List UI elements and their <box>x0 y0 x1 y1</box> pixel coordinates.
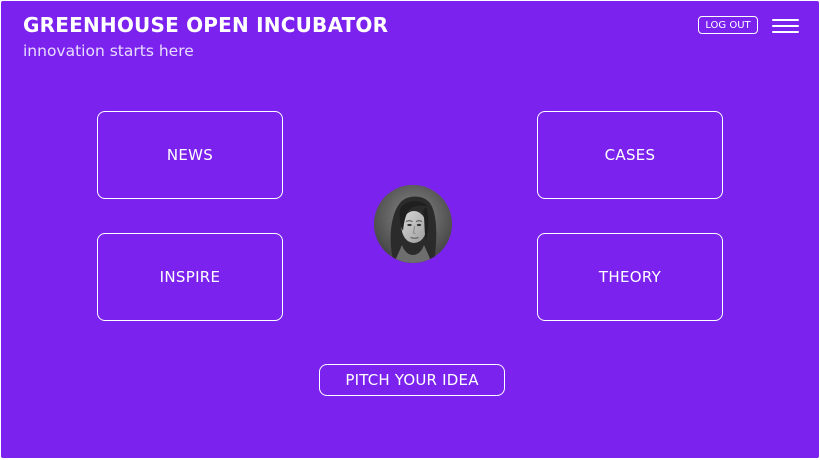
cases-tile-label: CASES <box>604 146 656 164</box>
theory-tile-label: THEORY <box>598 268 662 286</box>
hamburger-menu-icon[interactable] <box>772 17 800 35</box>
cases-tile[interactable]: CASES <box>537 111 723 199</box>
theory-tile[interactable]: THEORY <box>537 233 723 321</box>
logout-button[interactable]: LOG OUT <box>698 16 758 34</box>
app-tagline: innovation starts here <box>23 42 194 60</box>
avatar-portrait-icon <box>374 185 452 263</box>
pitch-your-idea-button[interactable]: PITCH YOUR IDEA <box>319 364 505 396</box>
news-tile-label: NEWS <box>166 146 214 164</box>
pitch-button-label: PITCH YOUR IDEA <box>345 371 479 389</box>
app-title: GREENHOUSE OPEN INCUBATOR <box>23 13 389 37</box>
menu-bar-middle <box>772 25 799 27</box>
inspire-tile[interactable]: INSPIRE <box>97 233 283 321</box>
app-screen: GREENHOUSE OPEN INCUBATOR innovation sta… <box>1 1 819 458</box>
menu-bar-top <box>772 19 799 21</box>
inspire-tile-label: INSPIRE <box>159 268 221 286</box>
assistant-avatar[interactable] <box>374 185 452 263</box>
menu-bar-bottom <box>772 31 799 33</box>
news-tile[interactable]: NEWS <box>97 111 283 199</box>
